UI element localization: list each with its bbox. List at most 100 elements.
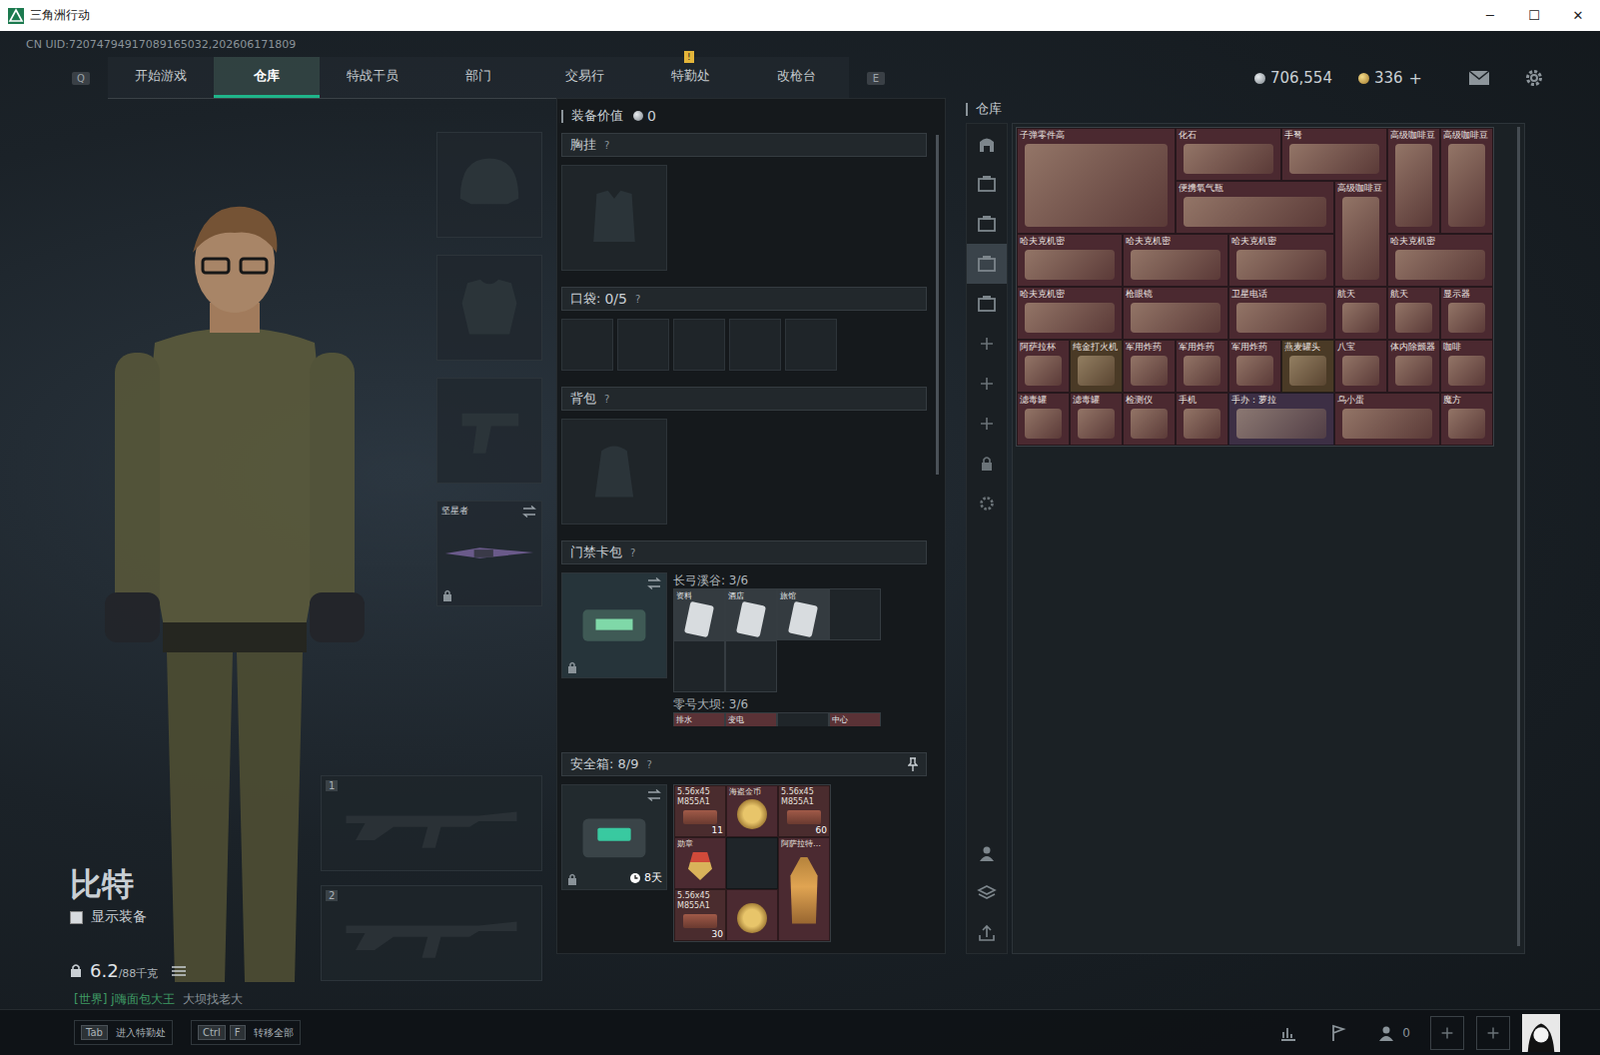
keycard-slot[interactable] <box>777 712 829 727</box>
flag-icon[interactable] <box>1328 1022 1349 1043</box>
keycard-slot[interactable]: 资料 <box>673 588 726 641</box>
stats-icon[interactable] <box>1278 1022 1299 1043</box>
gear-icon[interactable] <box>1524 67 1545 88</box>
keycard-slot[interactable]: 排水 <box>673 712 726 727</box>
safe-item[interactable]: 勋章 <box>674 836 727 889</box>
swap-icon[interactable] <box>647 789 662 801</box>
safe-item[interactable]: 5.56x45 M855A130 <box>674 888 727 941</box>
weapon-slot[interactable]: 2 <box>320 884 543 981</box>
warehouse-tab[interactable] <box>966 363 1007 404</box>
warehouse-item[interactable]: 航天 <box>1334 286 1388 340</box>
warehouse-item[interactable]: 航天 <box>1387 286 1441 340</box>
backpack-slot[interactable] <box>561 418 668 525</box>
pin-icon[interactable] <box>907 757 918 772</box>
warehouse-item[interactable]: 检测仪 <box>1122 392 1176 446</box>
warehouse-item[interactable]: 哈夫克机密 <box>1228 233 1335 287</box>
pocket-slot[interactable] <box>617 318 670 371</box>
warehouse-item[interactable]: 滤毒罐 <box>1069 392 1123 446</box>
keycard-slot[interactable] <box>725 640 778 693</box>
keycard-slot[interactable] <box>828 588 881 641</box>
warehouse-item[interactable]: 手办：萝拉 <box>1228 392 1335 446</box>
nav-tab[interactable]: 开始游戏 <box>107 56 214 98</box>
warehouse-item[interactable]: 咖啡 <box>1440 339 1494 393</box>
warehouse-item[interactable]: 燕麦罐头 <box>1281 339 1335 393</box>
warehouse-item[interactable]: 卫星电话 <box>1228 286 1335 340</box>
swap-icon[interactable] <box>647 577 662 590</box>
shortcut-hint[interactable]: CtrlF转移全部 <box>190 1019 301 1045</box>
warehouse-item[interactable]: 体内除颤器 <box>1387 339 1441 393</box>
nav-tab[interactable]: 交易行 <box>531 56 638 98</box>
keycard-slot[interactable]: 中心 <box>828 712 881 727</box>
swap-icon[interactable] <box>522 505 537 518</box>
window-control-button[interactable]: ✕ <box>1556 7 1600 23</box>
warehouse-tab[interactable] <box>966 283 1007 324</box>
friends-count[interactable]: 0 <box>1378 1022 1411 1043</box>
warehouse-item[interactable]: 哈夫克机密 <box>1122 233 1229 287</box>
warehouse-item[interactable]: 哈夫克机密 <box>1387 233 1494 287</box>
warehouse-item[interactable]: 滤毒罐 <box>1016 392 1070 446</box>
warehouse-tool[interactable] <box>966 912 1007 953</box>
pocket-slot[interactable] <box>729 318 782 371</box>
nav-tab[interactable]: 部门 <box>425 56 532 98</box>
warehouse-item[interactable]: 高级咖啡豆 <box>1387 127 1441 234</box>
warehouse-item[interactable]: 军用炸药 <box>1228 339 1282 393</box>
nav-tab[interactable]: 仓库 <box>213 56 320 98</box>
warehouse-item[interactable]: 显示器 <box>1440 286 1494 340</box>
show-equipment-checkbox[interactable]: 显示装备 <box>69 907 321 926</box>
chest-rig-slot[interactable] <box>561 164 668 271</box>
safe-item[interactable]: 5.56x45 M855A160 <box>778 785 830 837</box>
warehouse-item[interactable]: 枪眼镜 <box>1122 286 1229 340</box>
invite-button[interactable] <box>1430 1015 1465 1050</box>
warehouse-item[interactable]: 高级咖啡豆 <box>1334 180 1388 287</box>
warehouse-item[interactable]: 手弩 <box>1281 127 1388 181</box>
loadout-scrollbar[interactable] <box>935 134 939 475</box>
keycard-slot[interactable]: 变电 <box>725 712 778 727</box>
nav-tab[interactable]: 改枪台 <box>743 56 849 98</box>
warehouse-tool[interactable] <box>966 832 1007 873</box>
list-icon[interactable] <box>171 964 186 977</box>
mail-icon[interactable] <box>1468 69 1491 86</box>
warehouse-tab[interactable] <box>966 323 1007 364</box>
warehouse-tab[interactable] <box>966 243 1007 284</box>
warehouse-item[interactable]: 乌小蛋 <box>1334 392 1441 446</box>
safe-item[interactable]: 阿萨拉特… <box>778 836 830 941</box>
warehouse-item[interactable]: 八宝 <box>1334 339 1388 393</box>
pocket-slot[interactable] <box>785 318 837 371</box>
warehouse-scrollbar[interactable] <box>1517 126 1521 946</box>
window-control-button[interactable]: ☐ <box>1512 7 1557 23</box>
keycard-slot[interactable] <box>673 640 726 693</box>
equipment-slot[interactable]: 坚星者 <box>436 500 543 607</box>
equipment-slot[interactable] <box>436 377 543 484</box>
keycard-slot[interactable]: 旅馆 <box>777 588 829 641</box>
warehouse-tab[interactable] <box>966 443 1007 484</box>
invite-button[interactable] <box>1476 1015 1511 1050</box>
warehouse-item[interactable]: 纯金打火机 <box>1069 339 1123 393</box>
avatar-icon[interactable] <box>1522 1013 1561 1052</box>
warehouse-item[interactable]: 哈夫克机密 <box>1016 286 1123 340</box>
warehouse-tab[interactable] <box>966 163 1007 204</box>
keycard-case-slot[interactable] <box>561 572 668 679</box>
safe-item[interactable] <box>726 888 779 941</box>
pocket-slot[interactable] <box>561 318 614 371</box>
keycard-slot[interactable]: 酒店 <box>725 588 778 641</box>
warehouse-item[interactable]: 魔方 <box>1440 392 1494 446</box>
shortcut-hint[interactable]: Tab进入特勤处 <box>73 1019 173 1045</box>
warehouse-item[interactable]: 哈夫克机密 <box>1016 233 1123 287</box>
warehouse-item[interactable]: 化石 <box>1175 127 1282 181</box>
safe-item[interactable]: 海盗金币 <box>726 785 779 837</box>
equipment-slot[interactable] <box>436 131 543 238</box>
weapon-slot[interactable]: 1 <box>320 775 543 871</box>
warehouse-item[interactable]: 便携氧气瓶 <box>1175 180 1335 234</box>
warehouse-tab[interactable] <box>966 403 1007 444</box>
warehouse-tool[interactable] <box>966 872 1007 913</box>
warehouse-item[interactable]: 军用炸药 <box>1175 339 1229 393</box>
nav-tab[interactable]: 特战干员 <box>319 56 426 98</box>
pocket-slot[interactable] <box>673 318 726 371</box>
warehouse-tab[interactable] <box>966 123 1007 164</box>
nav-tab[interactable]: ! 特勤处 <box>637 56 744 98</box>
warehouse-item[interactable]: 手机 <box>1175 392 1229 446</box>
warehouse-tab[interactable] <box>966 483 1007 524</box>
warehouse-item[interactable]: 子弹零件高 <box>1016 127 1176 234</box>
window-control-button[interactable]: ─ <box>1468 7 1513 23</box>
add-currency-button[interactable]: + <box>1409 68 1423 88</box>
